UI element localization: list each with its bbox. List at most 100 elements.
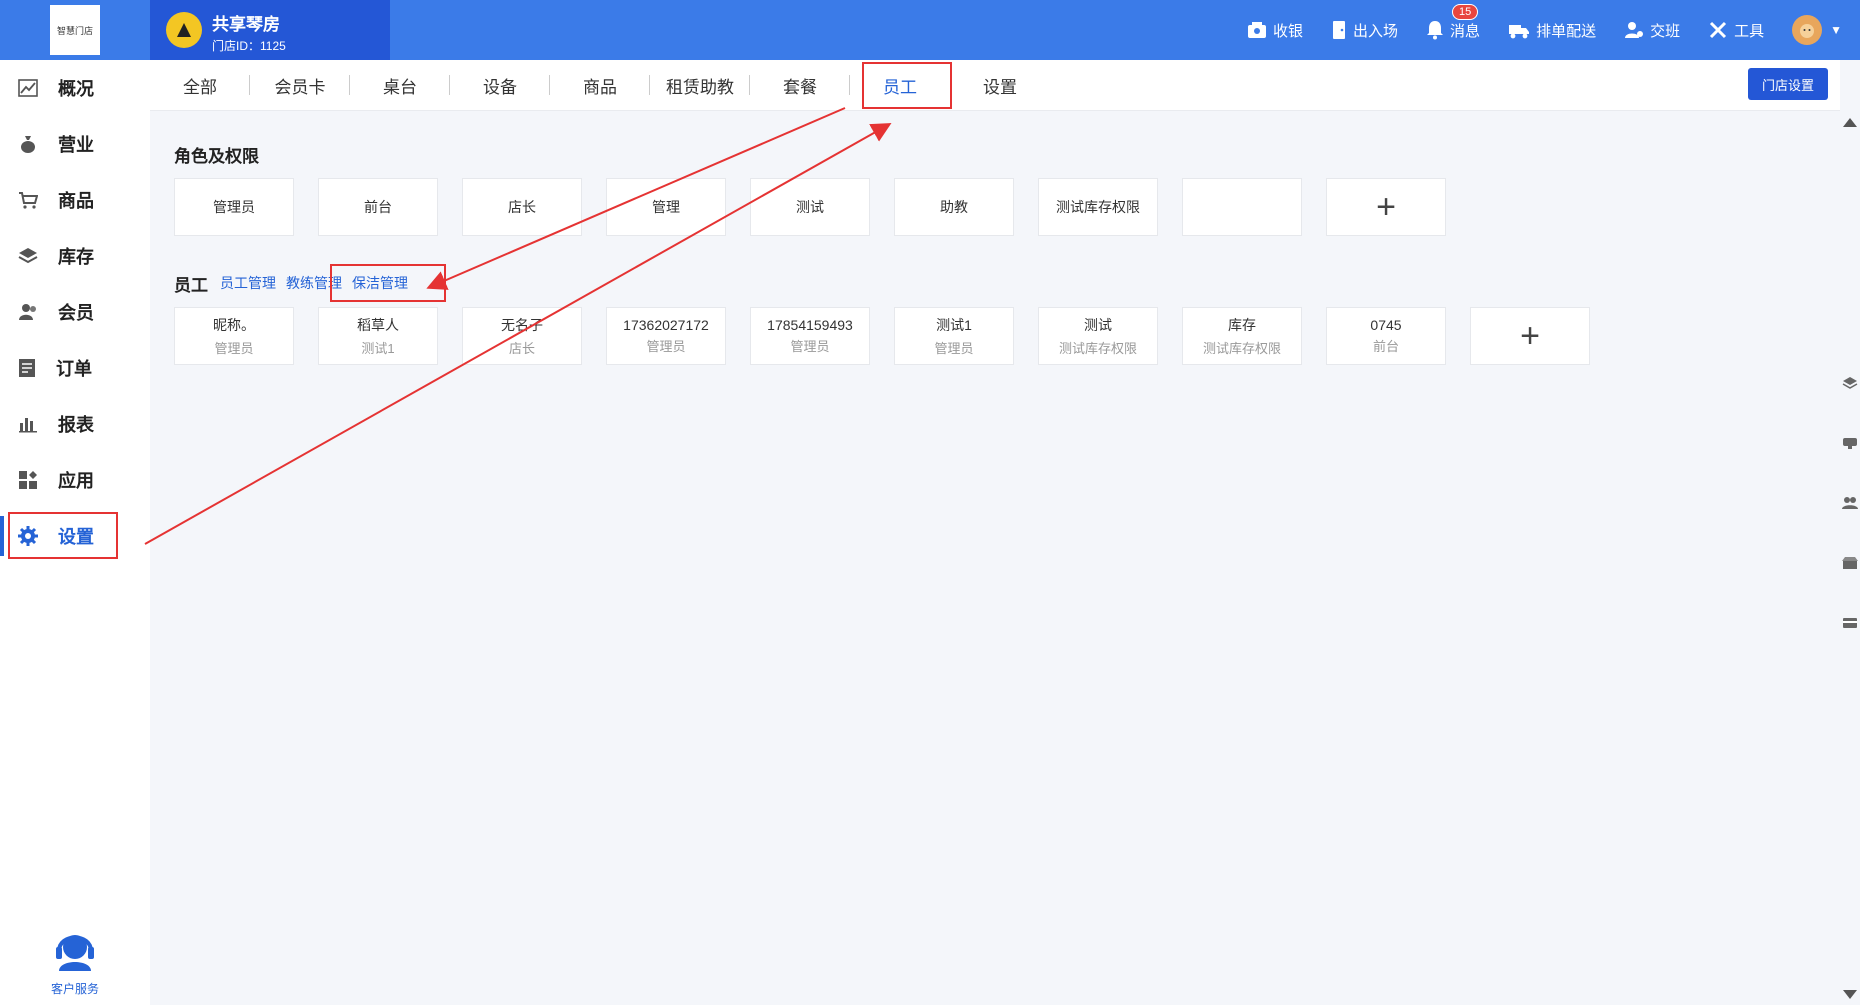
sidebar-item-label: 营业	[58, 135, 94, 155]
store-switcher[interactable]: 共享琴房 门店ID：1125	[150, 0, 390, 60]
handover-icon	[1625, 22, 1644, 38]
roles-section-title: 角色及权限	[174, 147, 259, 166]
staff-role: 测试库存权限	[1058, 341, 1137, 356]
role-card[interactable]: 管理	[606, 178, 726, 236]
roles-row: 管理员 前台 店长 管理 测试 助教 测试库存权限 +	[174, 178, 1470, 236]
top-bar: 智慧门店 共享琴房 门店ID：1125 收银 出入场 消息 15 排单配送 交班	[0, 0, 1860, 60]
role-card[interactable]: 测试库存权限	[1038, 178, 1158, 236]
scroll-down-icon[interactable]	[1843, 990, 1857, 999]
user-avatar[interactable]	[1792, 15, 1823, 45]
tab-rental-coach[interactable]: 租赁助教	[650, 73, 750, 98]
staff-name: 17854159493	[767, 317, 853, 333]
staff-card[interactable]: 无名子 店长	[462, 307, 582, 365]
role-card[interactable]: 助教	[894, 178, 1014, 236]
staff-card[interactable]: 17362027172 管理员	[606, 307, 726, 365]
handover-button[interactable]: 交班	[1624, 20, 1680, 41]
staff-card[interactable]: 库存 测试库存权限	[1182, 307, 1302, 365]
tab-packages[interactable]: 套餐	[750, 73, 850, 98]
staff-name: 无名子	[501, 317, 543, 333]
staff-name: 稻草人	[357, 317, 399, 333]
staff-name: 0745	[1370, 317, 1402, 333]
apps-icon	[19, 471, 37, 489]
tab-member-card[interactable]: 会员卡	[250, 73, 350, 98]
card-icon[interactable]	[1842, 616, 1858, 630]
sidebar-item-inventory[interactable]: 库存	[0, 228, 150, 284]
staff-role: 管理员	[934, 341, 974, 356]
sidebar-item-label: 概况	[58, 79, 94, 99]
role-card[interactable]: 前台	[318, 178, 438, 236]
handover-label: 交班	[1650, 22, 1681, 40]
tab-settings[interactable]: 设置	[950, 73, 1050, 98]
staff-role: 店长	[508, 341, 535, 356]
add-staff-button[interactable]: +	[1470, 307, 1590, 365]
role-name: 测试	[796, 199, 824, 215]
order-icon	[19, 359, 35, 377]
staff-card[interactable]: 0745 前台	[1326, 307, 1446, 365]
tab-all[interactable]: 全部	[150, 73, 250, 98]
staff-section-title: 员工	[174, 276, 208, 295]
entry-exit-button[interactable]: 出入场	[1331, 20, 1398, 41]
layers-icon[interactable]	[1842, 376, 1858, 390]
store-avatar	[166, 12, 202, 48]
staff-row: 昵称。 管理员 稻草人 测试1 无名子 店长 17362027172 管理员 17854…	[174, 307, 1614, 365]
role-card[interactable]: 测试	[750, 178, 870, 236]
staff-management-link[interactable]: 员工管理	[220, 273, 276, 293]
door-icon	[1333, 21, 1346, 39]
role-card[interactable]: 店长	[462, 178, 582, 236]
role-name: 管理员	[213, 199, 255, 215]
store-id: 门店ID：1125	[212, 39, 286, 53]
role-card[interactable]	[1182, 178, 1302, 236]
entry-exit-label: 出入场	[1353, 22, 1399, 40]
sidebar-item-members[interactable]: 会员	[0, 284, 150, 340]
messages-button[interactable]: 消息 15	[1426, 3, 1480, 41]
users-icon	[19, 304, 36, 320]
tab-bar: 全部 会员卡 桌台 设备 商品 租赁助教 套餐 员工 设置 门店设置	[150, 60, 1840, 111]
staff-role: 前台	[1372, 339, 1399, 354]
customer-service-button[interactable]: 客户服务	[0, 925, 150, 1005]
sidebar-item-products[interactable]: 商品	[0, 172, 150, 228]
staff-name: 测试1	[936, 317, 972, 333]
sidebar-item-label: 库存	[58, 247, 94, 267]
staff-name: 测试	[1084, 317, 1112, 333]
logo-area: 智慧门店	[0, 0, 150, 60]
staff-card[interactable]: 测试1 管理员	[894, 307, 1014, 365]
role-name: 测试库存权限	[1056, 199, 1140, 215]
users-icon[interactable]	[1842, 496, 1858, 510]
sidebar-item-overview[interactable]: 概况	[0, 60, 150, 116]
staff-card[interactable]: 测试 测试库存权限	[1038, 307, 1158, 365]
app-logo[interactable]: 智慧门店	[50, 5, 100, 55]
layers-icon	[18, 248, 38, 264]
device-icon[interactable]	[1842, 436, 1858, 450]
annotation-box-settings	[8, 512, 118, 559]
tools-label: 工具	[1734, 22, 1765, 40]
right-scroll-rail[interactable]	[1840, 110, 1860, 1005]
sidebar-item-apps[interactable]: 应用	[0, 452, 150, 508]
sidebar-item-business[interactable]: 营业	[0, 116, 150, 172]
chevron-down-icon[interactable]: ▼	[1830, 23, 1842, 37]
plus-icon: +	[1520, 317, 1540, 355]
cashier-button[interactable]: 收银	[1247, 20, 1303, 41]
tab-devices[interactable]: 设备	[450, 73, 550, 98]
delivery-label: 排单配送	[1536, 22, 1597, 40]
staff-role: 管理员	[646, 339, 686, 354]
add-role-button[interactable]: +	[1326, 178, 1446, 236]
sidebar-item-label: 订单	[56, 359, 92, 379]
store-settings-button[interactable]: 门店设置	[1748, 68, 1828, 100]
sidebar-item-orders[interactable]: 订单	[0, 340, 150, 396]
staff-card[interactable]: 17854159493 管理员	[750, 307, 870, 365]
cashier-icon	[1248, 22, 1267, 38]
staff-card[interactable]: 稻草人 测试1	[318, 307, 438, 365]
store-icon[interactable]	[1842, 556, 1858, 570]
tab-tables[interactable]: 桌台	[350, 73, 450, 98]
scroll-up-icon[interactable]	[1843, 118, 1857, 127]
sidebar-item-reports[interactable]: 报表	[0, 396, 150, 452]
staff-card[interactable]: 昵称。 管理员	[174, 307, 294, 365]
delivery-icon	[1509, 25, 1530, 39]
tab-products[interactable]: 商品	[550, 73, 650, 98]
delivery-button[interactable]: 排单配送	[1508, 20, 1596, 41]
role-card[interactable]: 管理员	[174, 178, 294, 236]
sidebar-item-label: 会员	[58, 303, 94, 323]
money-bag-icon	[21, 136, 35, 153]
staff-role: 管理员	[790, 339, 830, 354]
tools-button[interactable]: 工具	[1708, 20, 1764, 41]
